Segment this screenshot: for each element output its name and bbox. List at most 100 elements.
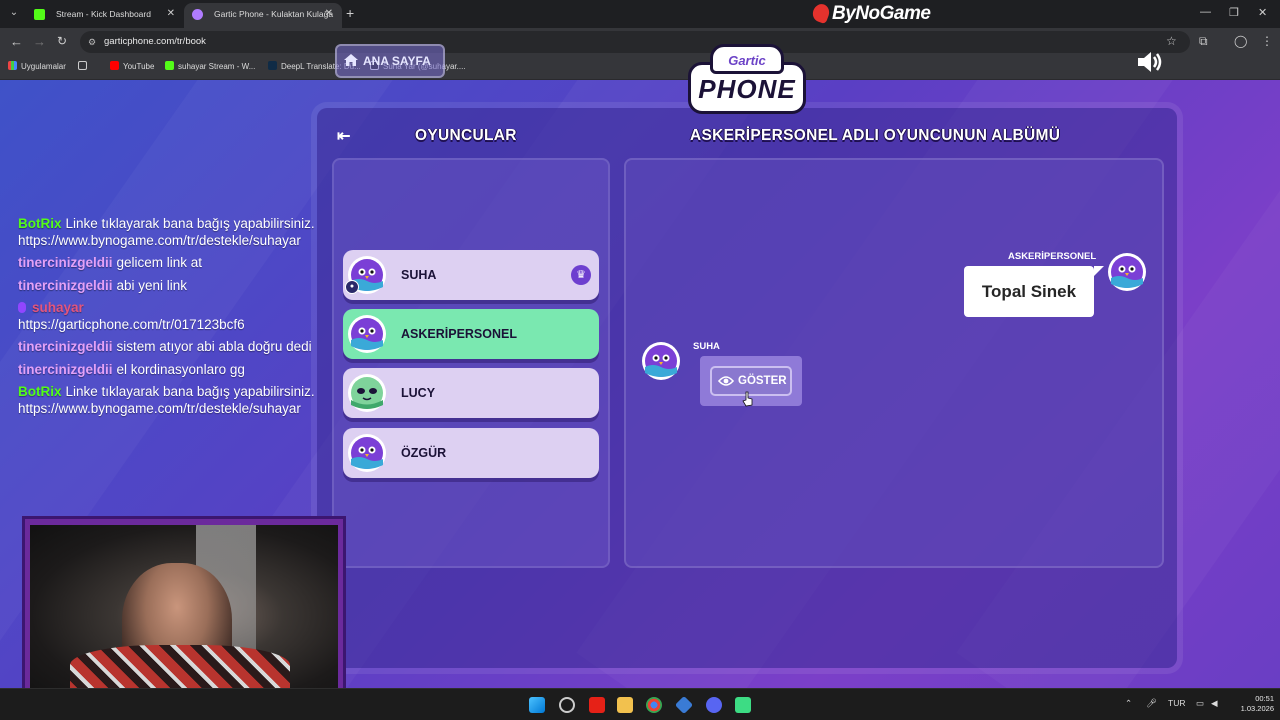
gartic-phone-logo: Gartic PHONE (688, 44, 806, 116)
players-heading: OYUNCULAR (415, 127, 517, 144)
extensions-icon[interactable]: ⧉ (1199, 34, 1208, 49)
new-tab-button[interactable]: + (346, 5, 354, 21)
tab-title: Stream - Kick Dashboard (56, 9, 151, 19)
taskbar: ⌃ 🎤︎ TUR ▭ ◀︎ 00:51 1.03.2026 (0, 688, 1280, 720)
tray-chevron-icon[interactable]: ⌃ (1125, 698, 1132, 709)
tab-kick-dashboard[interactable]: Stream - Kick Dashboard ✕ (26, 3, 184, 28)
menu-icon[interactable]: ⋮ (1261, 34, 1273, 48)
logo-top-text: Gartic (710, 44, 784, 74)
windows-start-icon[interactable] (529, 697, 545, 713)
chat-username: tinercinizgeldii (18, 277, 113, 293)
site-info-icon[interactable]: ⚙ (88, 31, 96, 53)
gartic-icon (192, 9, 203, 20)
chat-text: gelicem link at (116, 255, 203, 270)
bookmark-label: YouTube (123, 62, 155, 71)
url-text: garticphone.com/tr/book (104, 36, 206, 47)
address-bar-row: ← → ↻ ⚙ garticphone.com/tr/book ☆ ⧉ ◯ ⋮ (0, 28, 1280, 56)
chat-message: tinercinizgeldii gelicem link at (18, 255, 318, 272)
monitor-icon[interactable]: ▭ (1196, 698, 1204, 709)
chat-text: Linke tıklayarak bana bağış yapabilirsin… (18, 216, 315, 248)
webcam-overlay (22, 516, 346, 696)
reload-icon[interactable]: ↻ (57, 34, 67, 48)
brand-text: ByNoGame (832, 3, 931, 24)
bynogame-logo: ByNoGame (810, 1, 931, 25)
chat-text: Linke tıklayarak bana bağış yapabilirsin… (18, 384, 315, 416)
player-askeripersonel[interactable]: ASKERİPERSONEL (343, 309, 599, 359)
network-app-icon[interactable] (674, 695, 694, 715)
youtube-icon (110, 61, 119, 70)
chat-message: suhayar https://garticphone.com/tr/017123… (18, 300, 318, 333)
purple-avatar-icon (348, 315, 386, 353)
chat-text: https://garticphone.com/tr/017123bcf6 (18, 316, 245, 332)
url-field[interactable]: ⚙ garticphone.com/tr/book (80, 31, 1190, 53)
chat-message: BotRix Linke tıklayarak bana bağış yapabi… (18, 216, 318, 249)
chat-username: BotRix (18, 384, 62, 399)
player-name: LUCY (401, 386, 436, 400)
album-heading: ASKERİPERSONEL ADLI OYUNCUNUN ALBÜMÜ (690, 127, 1061, 144)
crown-icon: ♛ (571, 265, 591, 285)
bookmark-youtube[interactable]: YouTube (110, 61, 154, 71)
bookmark-apps[interactable]: Uygulamalar (8, 61, 66, 71)
volume-icon[interactable] (1136, 50, 1164, 74)
purple-avatar-icon (1108, 253, 1146, 291)
bookmark-kick[interactable]: suhayar Stream - W... (165, 61, 255, 71)
chat-text: abi yeni link (116, 277, 188, 293)
clock-date: 1.03.2026 (1240, 704, 1274, 713)
chat-username: BotRix (18, 216, 62, 231)
window-close-button[interactable]: ✕ (1258, 6, 1267, 19)
broadcaster-mic-icon (18, 302, 26, 313)
album-author-name: ASKERİPERSONEL (1008, 251, 1097, 262)
player-lucy[interactable]: LUCY (343, 368, 599, 418)
purple-avatar-icon (348, 434, 386, 472)
chat-username: suhayar (32, 300, 84, 315)
chat-message: tinercinizgeldii abi yeni link (18, 278, 318, 295)
android-app-icon[interactable] (735, 697, 751, 713)
home-button[interactable]: ANA SAYFA (335, 44, 445, 78)
bookmark-label: suhayar Stream - W... (178, 62, 256, 71)
you-badge-icon: ● (345, 280, 359, 294)
clock-time: 00:51 (1255, 694, 1274, 703)
player-name: SUHA (401, 268, 437, 282)
tab-strip: ⌄ Stream - Kick Dashboard ✕ Gartic Phone… (0, 0, 1280, 28)
close-icon[interactable]: ✕ (167, 3, 175, 25)
minimize-button[interactable]: — (1200, 6, 1211, 18)
home-icon (344, 54, 358, 66)
tab-gartic-phone[interactable]: Gartic Phone - Kulaktan Kulağa ✕ (184, 3, 342, 28)
microphone-icon[interactable]: 🎤︎ (1146, 698, 1157, 709)
player-name: ASKERİPERSONEL (401, 327, 517, 341)
chrome-icon[interactable] (646, 697, 662, 713)
player-name: ÖZGÜR (401, 446, 447, 460)
chat-message: tinercinizgeldii el kordinasyonlaro gg (18, 362, 318, 379)
speed-icon[interactable] (559, 697, 575, 713)
album-text-bubble: Topal Sinek (964, 266, 1094, 317)
bookmark-label: Uygulamalar (21, 62, 66, 71)
back-icon[interactable]: ← (10, 34, 23, 49)
kick-icon (34, 9, 45, 20)
speaker-icon[interactable]: ◀︎ (1211, 698, 1218, 709)
chat-username: tinercinizgeldii (18, 255, 113, 270)
forward-icon[interactable]: → (33, 34, 46, 49)
close-icon[interactable]: ✕ (325, 3, 333, 25)
grid-icon (78, 61, 87, 70)
green-alien-avatar-icon (348, 374, 386, 412)
clock[interactable]: 00:51 1.03.2026 (1230, 694, 1274, 714)
logo-word: PHONE (698, 74, 796, 104)
players-list (332, 158, 610, 568)
bookmarks-bar: Uygulamalar YouTube suhayar Stream - W..… (0, 56, 1280, 80)
restore-button[interactable]: ❐ (1229, 6, 1239, 19)
youtube-app-icon[interactable] (589, 697, 605, 713)
bookmark-star-icon[interactable]: ☆ (1166, 34, 1177, 48)
language-indicator[interactable]: TUR (1168, 698, 1185, 708)
player-suha[interactable]: ● SUHA ♛ (343, 250, 599, 300)
bynogame-mark-icon (810, 1, 832, 25)
back-arrow-icon[interactable]: ⇤ (337, 126, 361, 145)
bookmark-grid[interactable] (78, 61, 91, 71)
chat-text: el kordinasyonlaro gg (116, 361, 245, 377)
player-ozgur[interactable]: ÖZGÜR (343, 428, 599, 478)
eye-icon (718, 376, 734, 386)
file-explorer-icon[interactable] (617, 697, 633, 713)
tab-search-icon[interactable]: ⌄ (6, 5, 22, 21)
profile-icon[interactable]: ◯ (1234, 34, 1247, 48)
discord-icon[interactable] (706, 697, 722, 713)
webcam-feed (30, 525, 338, 695)
